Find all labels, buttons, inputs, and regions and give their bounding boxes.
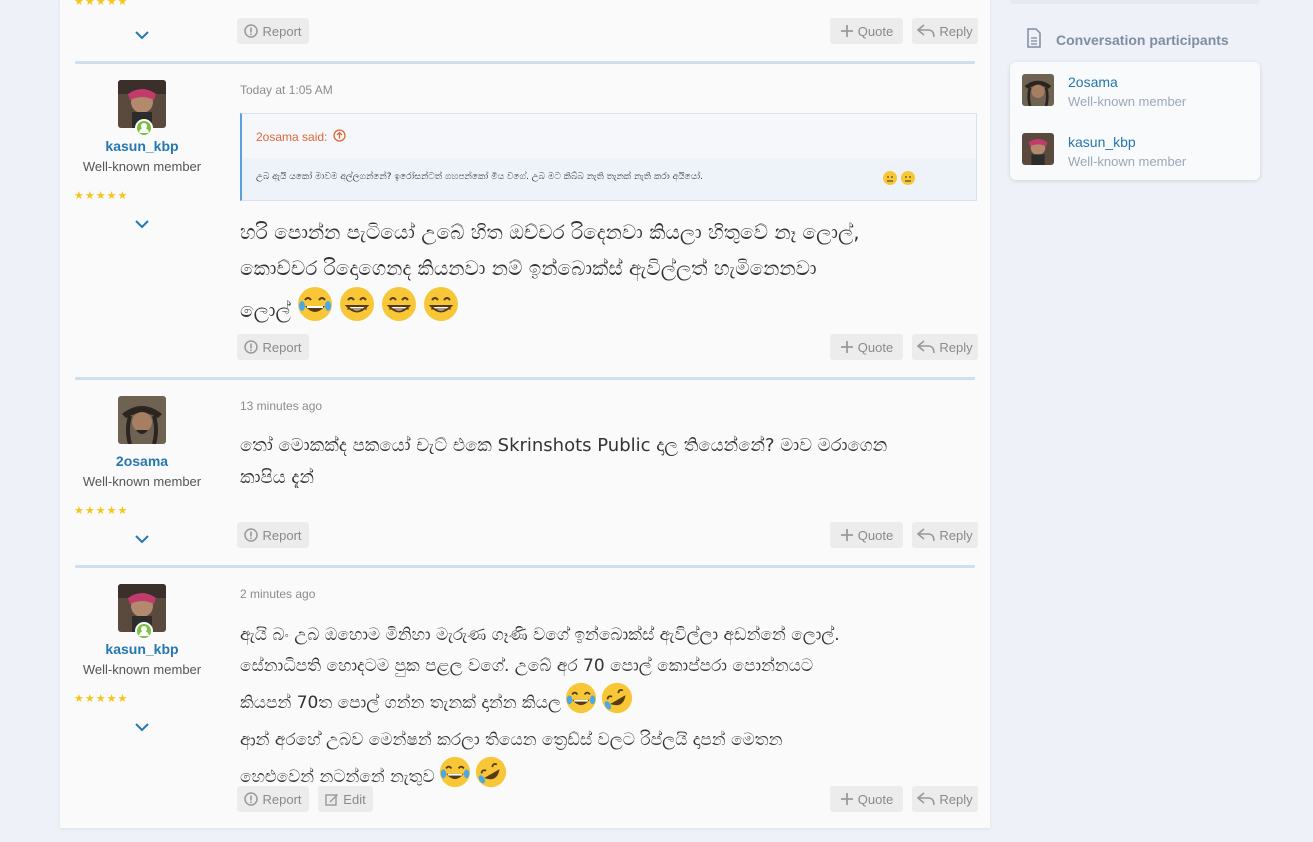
reply-icon (917, 528, 936, 542)
plus-icon (840, 528, 854, 542)
rofl-emoji-icon (475, 756, 507, 799)
conversation-messages: ★★★★★ Report Quote Reply kasun_kbp Well-… (60, 0, 990, 828)
post-author-name[interactable]: kasun_kbp (72, 641, 212, 657)
post-author-name[interactable]: kasun_kbp (72, 138, 212, 154)
online-status-icon (135, 622, 153, 640)
reply-icon (917, 24, 936, 38)
reply-button[interactable]: Reply (912, 786, 978, 812)
participant-avatar[interactable] (1022, 74, 1054, 106)
post-body: හරි පොන්න පැටියෝ උබේ හිත ඔච්චර රිදෙනවා ක… (240, 214, 980, 333)
quote-block: 2osama said: උබ ඇයි යකෝ මාවම අල්ලගන්නේ? … (240, 113, 977, 201)
post-line: ඇයි බං උබ ඔහොම මිනිහා මැරුණ ගෑණි වගේ ඉන්… (240, 625, 840, 645)
report-button[interactable]: Report (237, 18, 309, 44)
online-status-icon (135, 119, 153, 137)
message-separator (75, 565, 975, 568)
post-line: කාපිය දැන් (240, 467, 314, 488)
quote-button[interactable]: Quote (830, 522, 903, 548)
reply-button[interactable]: Reply (912, 18, 978, 44)
report-button[interactable]: Report (237, 522, 309, 548)
post-body: ඇයි බං උබ ඔහොම මිනිහා මැරුණ ගෑණි වගේ ඉන්… (240, 620, 980, 799)
post-line: සේනාධිපති හොදටම පුක පළල වගේ. උබේ අර 70 ප… (240, 656, 814, 676)
expand-user-chevron-icon[interactable] (132, 529, 152, 549)
report-button[interactable]: Report (237, 786, 309, 812)
member-rating-stars: ★★★★★ (74, 189, 129, 202)
participant-name[interactable]: 2osama (1068, 74, 1118, 90)
post-date[interactable]: 13 minutes ago (240, 399, 322, 413)
post-author-title: Well-known member (82, 159, 202, 174)
reply-button[interactable]: Reply (912, 522, 978, 548)
reply-icon (917, 340, 936, 354)
quote-button[interactable]: Quote (830, 334, 903, 360)
expand-user-chevron-icon[interactable] (132, 25, 152, 45)
message-separator (75, 61, 975, 64)
post-line-with-emoji: කියපන් 70ත පොල් ගන්න තැනක් දාන්න කියල (240, 682, 980, 725)
post-line-with-emoji: ලොල් (240, 286, 980, 333)
post-author-title: Well-known member (82, 662, 202, 677)
quote-text: උබ ඇයි යකෝ මාවම අල්ලගන්නේ? ඉරෝසන්ටත් ගහප… (256, 172, 703, 182)
post-line: හරි පොන්න පැටියෝ උබේ හිත ඔච්චර රිදෙනවා ක… (240, 220, 860, 244)
plus-icon (840, 792, 854, 806)
participants-heading: Conversation participants (1026, 28, 1229, 51)
expand-user-chevron-icon[interactable] (132, 214, 152, 234)
participant-title: Well-known member (1068, 154, 1187, 169)
member-rating-stars: ★★★★★ (74, 0, 129, 8)
quote-button[interactable]: Quote (830, 786, 903, 812)
post-line: කොච්චර රිදොගෙනද කියනවා නම් ඉන්බොක්ස් ඇවි… (240, 256, 817, 280)
message-separator (75, 377, 975, 380)
plus-icon (840, 24, 854, 38)
post-line: තෝ මොකක්ද පකයෝ චැට් එකෙ Skrinshots Publi… (240, 435, 888, 456)
participant-avatar[interactable] (1022, 133, 1054, 165)
joy-emoji-icon (439, 756, 471, 799)
post-date[interactable]: 2 minutes ago (240, 587, 315, 601)
report-icon (244, 24, 259, 38)
post-line: ආන් අරහේ උබව මෙන්ෂන් කරලා තියෙන ත්‍රෙඩ්ස… (240, 730, 783, 750)
member-rating-stars: ★★★★★ (74, 504, 129, 517)
quote-attribution[interactable]: 2osama said: (256, 129, 347, 145)
participant-title: Well-known member (1068, 94, 1187, 109)
quote-button[interactable]: Quote (830, 18, 903, 44)
member-rating-stars: ★★★★★ (74, 692, 129, 705)
post-body: තෝ මොකක්ද පකයෝ චැට් එකෙ Skrinshots Publi… (240, 430, 980, 494)
document-icon (1026, 28, 1042, 51)
reply-button[interactable]: Reply (912, 334, 978, 360)
grin-emoji-icon (339, 286, 375, 333)
arrow-up-circle-icon (333, 129, 347, 145)
quote-content: උබ ඇයි යකෝ මාවම අල්ලගන්නේ? ඉරෝසන්ටත් ගහප… (242, 158, 976, 200)
grin-emoji-icon (423, 286, 459, 333)
report-icon (244, 792, 259, 806)
report-icon (244, 340, 259, 354)
expressionless-emoji-icon (882, 170, 916, 189)
plus-icon (840, 340, 854, 354)
sidebar-previous-card-edge (1010, 0, 1260, 4)
avatar[interactable] (118, 396, 166, 444)
post-author-title: Well-known member (82, 474, 202, 489)
reply-icon (917, 792, 936, 806)
post-date[interactable]: Today at 1:05 AM (240, 83, 333, 97)
report-icon (244, 528, 259, 542)
rofl-emoji-icon (601, 682, 633, 725)
report-button[interactable]: Report (237, 334, 309, 360)
joy-emoji-icon (297, 286, 333, 333)
post-author-name[interactable]: 2osama (72, 453, 212, 469)
joy-emoji-icon (565, 682, 597, 725)
edit-icon (325, 792, 339, 806)
expand-user-chevron-icon[interactable] (132, 717, 152, 737)
edit-button[interactable]: Edit (318, 786, 373, 812)
participant-name[interactable]: kasun_kbp (1068, 134, 1136, 150)
grin-emoji-icon (381, 286, 417, 333)
